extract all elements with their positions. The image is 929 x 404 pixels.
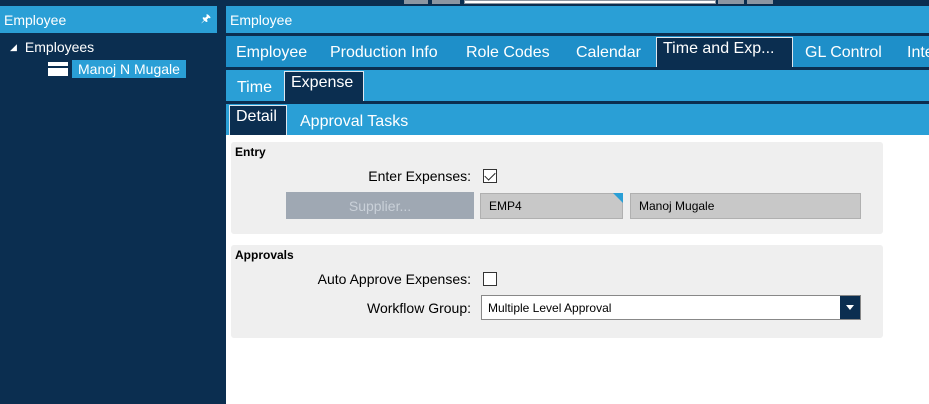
left-pane-title: Employee xyxy=(4,11,67,28)
entry-section-title: Entry xyxy=(235,145,266,159)
expand-arrow-icon[interactable]: ◢ xyxy=(10,42,17,53)
toolbar-search-input[interactable] xyxy=(464,0,716,4)
folder-icon xyxy=(48,62,68,76)
tab-expense[interactable]: Expense xyxy=(284,71,364,101)
lookup-corner-icon xyxy=(613,193,623,203)
tab-integration[interactable]: Inte xyxy=(907,44,929,62)
tab-time-and-expense[interactable]: Time and Exp... xyxy=(656,37,793,67)
right-pane-title: Employee xyxy=(230,11,293,28)
tree-node-employees[interactable]: ◢ Employees xyxy=(10,39,94,55)
approvals-section-title: Approvals xyxy=(235,248,294,262)
entry-section: Entry Enter Expenses: Supplier... EMP4 M… xyxy=(231,142,883,234)
detail-content: Entry Enter Expenses: Supplier... EMP4 M… xyxy=(226,135,929,404)
left-pane-header: Employee 🖈︎ xyxy=(0,6,217,33)
workflow-group-label: Workflow Group: xyxy=(367,300,471,316)
pane-splitter[interactable] xyxy=(217,6,226,404)
pin-icon[interactable]: 🖈︎ xyxy=(201,10,211,29)
tab-approval-tasks[interactable]: Approval Tasks xyxy=(300,113,408,131)
right-pane-header: Employee xyxy=(226,6,929,33)
tab-gl-control[interactable]: GL Control xyxy=(805,44,882,62)
tab-role-codes[interactable]: Role Codes xyxy=(466,44,550,62)
tab-detail[interactable]: Detail xyxy=(229,105,287,135)
left-pane-tree xyxy=(0,33,217,404)
chevron-down-icon xyxy=(846,305,854,310)
tab-calendar[interactable]: Calendar xyxy=(576,44,641,62)
supplier-code-field: EMP4 xyxy=(480,193,623,219)
workflow-group-value: Multiple Level Approval xyxy=(488,300,612,315)
dropdown-button[interactable] xyxy=(840,296,860,319)
toolbar-button[interactable] xyxy=(432,0,460,4)
toolbar-strip xyxy=(0,0,929,5)
tab-production-info[interactable]: Production Info xyxy=(330,44,438,62)
auto-approve-checkbox[interactable] xyxy=(483,272,497,286)
detail-tab-bar: Detail Approval Tasks xyxy=(226,101,929,135)
toolbar-button[interactable] xyxy=(718,0,744,4)
sub-tab-bar: Time Expense xyxy=(226,67,929,101)
supplier-name-field: Manoj Mugale xyxy=(630,193,861,219)
tree-child-label[interactable]: Manoj N Mugale xyxy=(72,60,186,78)
enter-expenses-label: Enter Expenses: xyxy=(368,168,471,184)
tab-employee[interactable]: Employee xyxy=(236,44,307,62)
check-icon xyxy=(484,169,496,181)
workflow-group-select[interactable]: Multiple Level Approval xyxy=(481,295,861,320)
tree-node-employee[interactable]: Manoj N Mugale xyxy=(48,60,186,78)
enter-expenses-checkbox[interactable] xyxy=(483,169,497,183)
toolbar-button[interactable] xyxy=(404,0,428,4)
main-tab-bar: Employee Production Info Role Codes Cale… xyxy=(226,33,929,67)
approvals-section: Approvals Auto Approve Expenses: Workflo… xyxy=(231,245,883,338)
toolbar-button[interactable] xyxy=(747,0,773,4)
tab-time[interactable]: Time xyxy=(237,79,272,97)
auto-approve-label: Auto Approve Expenses: xyxy=(317,271,471,287)
tree-root-label: Employees xyxy=(24,39,95,55)
supplier-button[interactable]: Supplier... xyxy=(286,192,474,219)
